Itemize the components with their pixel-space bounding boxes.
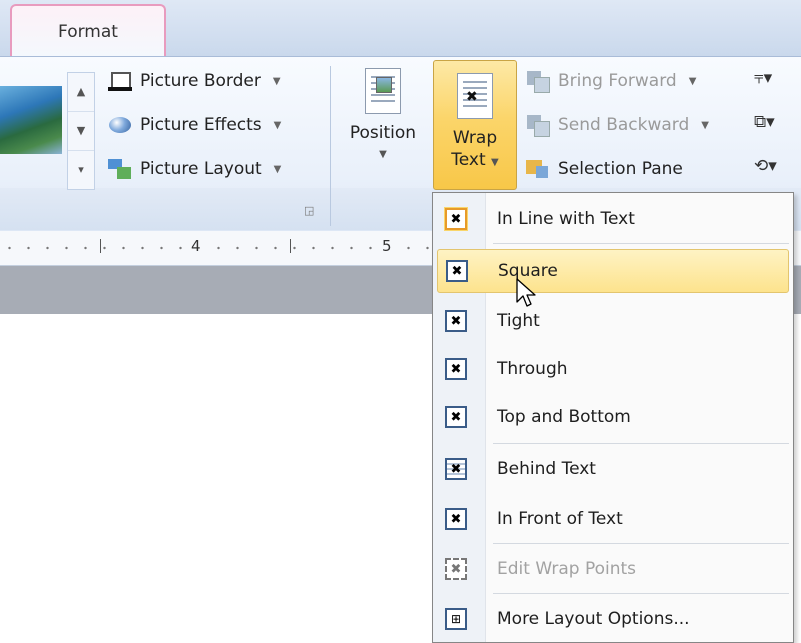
edit-wrap-points-icon: ✖: [445, 558, 467, 580]
menu-item-label: Through: [497, 359, 568, 379]
layout-options-icon: ⊞: [445, 608, 467, 630]
inline-wrap-icon: ✖: [445, 208, 467, 230]
menu-item-square[interactable]: ✖ Square: [437, 249, 789, 293]
ruler-tick: [100, 239, 101, 253]
wrap-text-icon: ✖: [457, 73, 493, 119]
chevron-down-icon: ▼: [273, 119, 282, 131]
menu-item-more-layout-options[interactable]: ⊞ More Layout Options...: [437, 597, 789, 641]
menu-item-label: Edit Wrap Points: [497, 559, 637, 579]
gallery-more-icon[interactable]: ▾: [68, 151, 94, 189]
square-wrap-icon: ✖: [446, 260, 468, 282]
chevron-down-icon: ▼: [379, 149, 387, 160]
wrap-text-label-block: Wrap Text ▼: [434, 127, 516, 174]
chevron-down-icon: ▼: [688, 75, 697, 87]
align-icon[interactable]: ⫧▾: [754, 68, 772, 88]
ruler-number-5: 5: [380, 237, 394, 255]
menu-item-edit-wrap-points[interactable]: ✖ Edit Wrap Points: [437, 547, 789, 591]
send-backward-button[interactable]: Send Backward ▼: [526, 114, 709, 137]
send-backward-label: Send Backward: [558, 115, 690, 135]
wrap-text-label-line2-row: Text ▼: [434, 149, 516, 174]
gallery-down-icon[interactable]: ▼: [68, 112, 94, 151]
chevron-down-icon: ▼: [272, 75, 281, 87]
in-front-text-icon: ✖: [445, 508, 467, 530]
menu-separator: [493, 593, 789, 594]
menu-item-label: Behind Text: [497, 459, 596, 479]
selection-pane-icon: [526, 158, 550, 180]
chevron-down-icon: ▼: [701, 119, 709, 131]
selection-pane-button[interactable]: Selection Pane: [526, 158, 683, 180]
picture-effects-label: Picture Effects: [140, 115, 262, 135]
menu-item-in-front-of-text[interactable]: ✖ In Front of Text: [437, 497, 789, 541]
picture-border-icon: [108, 70, 132, 92]
menu-item-top-and-bottom[interactable]: ✖ Top and Bottom: [437, 395, 789, 439]
selection-pane-label: Selection Pane: [558, 159, 683, 179]
ruler-tick: [290, 239, 291, 253]
top-bottom-wrap-icon: ✖: [445, 406, 467, 428]
through-wrap-icon: ✖: [445, 358, 467, 380]
menu-item-label: Tight: [497, 311, 540, 331]
picture-style-thumbnail[interactable]: [0, 86, 62, 154]
tab-format[interactable]: Format: [10, 4, 166, 56]
menu-separator: [493, 543, 789, 544]
position-icon: [365, 68, 401, 114]
gallery-up-icon[interactable]: ▲: [68, 73, 94, 112]
menu-item-through[interactable]: ✖ Through: [437, 347, 789, 391]
menu-item-label: In Front of Text: [497, 509, 623, 529]
picture-effects-button[interactable]: Picture Effects ▼: [108, 114, 281, 136]
ribbon-tab-strip: Format: [0, 0, 801, 58]
picture-layout-icon: [108, 158, 132, 180]
picture-layout-button[interactable]: Picture Layout ▼: [108, 158, 281, 180]
bring-forward-icon: [526, 70, 550, 93]
picture-border-label: Picture Border: [140, 71, 261, 91]
menu-separator: [493, 443, 789, 444]
bring-forward-button[interactable]: Bring Forward ▼: [526, 70, 697, 93]
picture-effects-icon: [108, 114, 132, 136]
group-separator: [330, 66, 331, 226]
mouse-pointer-icon: [516, 278, 536, 307]
gallery-scroll[interactable]: ▲ ▼ ▾: [67, 72, 95, 190]
behind-text-icon: ✖: [445, 458, 467, 480]
picture-layout-label: Picture Layout: [140, 159, 262, 179]
wrap-text-label-line2: Text: [451, 150, 486, 170]
bring-forward-label: Bring Forward: [558, 71, 677, 91]
chevron-down-icon: ▼: [491, 157, 499, 168]
position-label: Position: [349, 123, 417, 143]
dialog-launcher-icon[interactable]: ◲: [304, 204, 314, 217]
wrap-text-button[interactable]: ✖ Wrap Text ▼: [433, 60, 517, 190]
position-button[interactable]: Position ▼: [342, 62, 424, 166]
menu-item-in-line-with-text[interactable]: ✖ In Line with Text: [437, 197, 789, 241]
menu-item-label: More Layout Options...: [497, 609, 690, 629]
menu-item-label: In Line with Text: [497, 209, 635, 229]
wrap-text-label-line1: Wrap: [452, 128, 498, 148]
menu-item-tight[interactable]: ✖ Tight: [437, 299, 789, 343]
send-backward-icon: [526, 114, 550, 137]
rotate-icon[interactable]: ⟲▾: [754, 156, 777, 176]
ruler-number-4: 4: [189, 237, 203, 255]
tight-wrap-icon: ✖: [445, 310, 467, 332]
chevron-down-icon: ▼: [273, 163, 282, 175]
menu-item-label: Top and Bottom: [497, 407, 631, 427]
picture-border-button[interactable]: Picture Border ▼: [108, 70, 281, 92]
menu-separator: [493, 243, 789, 244]
group-icon[interactable]: ⧉▾: [754, 112, 775, 132]
wrap-text-menu: ✖ In Line with Text ✖ Square ✖ Tight ✖ T…: [432, 192, 794, 643]
menu-item-behind-text[interactable]: ✖ Behind Text: [437, 447, 789, 491]
